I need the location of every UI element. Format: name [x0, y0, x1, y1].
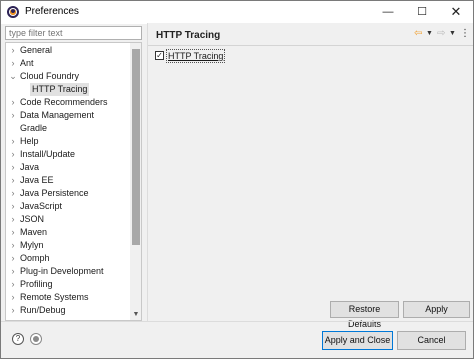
tree-item-json[interactable]: › JSON — [6, 213, 130, 226]
chevron-right-icon[interactable]: › — [9, 278, 17, 291]
tree-item-general[interactable]: › General — [6, 44, 130, 57]
maximize-button[interactable]: ☐ — [405, 1, 439, 24]
help-icon[interactable]: ? — [12, 333, 24, 345]
forward-dropdown-icon[interactable]: ▼ — [449, 28, 456, 40]
tree-item-plug-in-development[interactable]: › Plug-in Development — [6, 265, 130, 278]
tree-item-label: Plug-in Development — [20, 266, 104, 276]
chevron-right-icon[interactable]: › — [9, 187, 17, 200]
tree-item-label: Ant — [20, 58, 34, 68]
chevron-right-icon[interactable]: › — [9, 161, 17, 174]
tree-item-ant[interactable]: › Ant — [6, 57, 130, 70]
tree-item-java-persistence[interactable]: › Java Persistence — [6, 187, 130, 200]
chevron-right-icon[interactable]: › — [9, 148, 17, 161]
title-bar: Preferences — ☐ ✕ — [1, 1, 473, 24]
chevron-right-icon[interactable]: › — [9, 174, 17, 187]
tree-item-label: Oomph — [20, 253, 50, 263]
tree-item-label: Code Recommenders — [20, 97, 108, 107]
tree-item-data-management[interactable]: › Data Management — [6, 109, 130, 122]
chevron-down-icon[interactable]: ⌄ — [9, 70, 17, 83]
tree-item-label: Install/Update — [20, 149, 76, 159]
scrollbar-thumb[interactable] — [132, 49, 140, 245]
preference-page: HTTP Tracing ⇦ ▼ ⇨ ▼ ⋮ ✓ HTTP Tracing Re… — [147, 23, 473, 329]
tree-scrollbar[interactable]: ▼ — [130, 43, 141, 320]
tree-item-java[interactable]: › Java — [6, 161, 130, 174]
http-tracing-checkbox[interactable]: ✓ — [155, 51, 164, 60]
tree-item-cloud-foundry[interactable]: ⌄ Cloud Foundry — [6, 70, 130, 83]
tree-item-label: HTTP Tracing — [30, 83, 90, 96]
tree-item-label: JavaScript — [20, 201, 63, 211]
page-title: HTTP Tracing — [156, 30, 221, 41]
chevron-right-icon[interactable]: › — [9, 200, 17, 213]
restore-defaults-button[interactable]: Restore Defaults — [330, 301, 399, 329]
tree-item-label: Run/Debug — [20, 305, 66, 315]
tree-item-javascript[interactable]: › JavaScript — [6, 200, 130, 213]
chevron-right-icon[interactable]: › — [9, 57, 17, 70]
back-dropdown-icon[interactable]: ▼ — [426, 28, 433, 40]
chevron-right-icon[interactable]: › — [9, 226, 17, 239]
apply-and-close-button[interactable]: Apply and Close — [322, 331, 393, 350]
tree-item-label: Profiling — [20, 279, 53, 289]
tree-item-http-tracing[interactable]: HTTP Tracing — [6, 83, 130, 96]
tree-item-java-ee[interactable]: › Java EE — [6, 174, 130, 187]
tree-item-gradle[interactable]: Gradle — [6, 122, 130, 135]
chevron-right-icon[interactable]: › — [9, 265, 17, 278]
tree-item-run-debug[interactable]: › Run/Debug — [6, 304, 130, 317]
preferences-window: Preferences — ☐ ✕ › General › Ant ⌄ Clou… — [0, 0, 474, 359]
tree-item-remote-systems[interactable]: › Remote Systems — [6, 291, 130, 304]
tree-item-label: Help — [20, 136, 39, 146]
cancel-button[interactable]: Cancel — [397, 331, 466, 350]
filter-input[interactable] — [5, 26, 142, 40]
chevron-right-icon[interactable]: › — [9, 252, 17, 265]
tree-item-label: Cloud Foundry — [20, 71, 80, 81]
chevron-right-icon[interactable]: › — [9, 96, 17, 109]
chevron-right-icon[interactable]: › — [9, 213, 17, 226]
chevron-right-icon[interactable]: › — [9, 109, 17, 122]
tree-item-label: Mylyn — [20, 240, 44, 250]
chevron-right-icon[interactable]: › — [9, 239, 17, 252]
chevron-right-icon[interactable]: › — [9, 291, 17, 304]
chevron-right-icon[interactable]: › — [9, 135, 17, 148]
apply-button[interactable]: Apply — [403, 301, 470, 318]
window-title: Preferences — [25, 6, 79, 17]
tree-item-label: JSON — [20, 214, 45, 224]
tree-item-help[interactable]: › Help — [6, 135, 130, 148]
scroll-down-icon[interactable]: ▼ — [130, 310, 141, 320]
tree-item-label: Java Persistence — [20, 188, 89, 198]
back-arrow-icon[interactable]: ⇦ — [414, 28, 422, 40]
tree-item-oomph[interactable]: › Oomph — [6, 252, 130, 265]
import-export-icon[interactable] — [30, 333, 42, 345]
close-button[interactable]: ✕ — [439, 1, 473, 24]
tree-item-label: General — [20, 45, 53, 55]
tree-item-label: Java EE — [20, 175, 54, 185]
tree-item-label: Java — [20, 162, 40, 172]
preference-tree: › General › Ant ⌄ Cloud Foundry HTTP Tra… — [5, 42, 142, 321]
header-divider — [148, 45, 473, 46]
view-menu-icon[interactable]: ⋮ — [460, 28, 470, 40]
forward-arrow-icon[interactable]: ⇨ — [437, 28, 445, 40]
tree-item-maven[interactable]: › Maven — [6, 226, 130, 239]
tree-item-label: Remote Systems — [20, 292, 89, 302]
footer-divider — [1, 321, 473, 322]
tree-item-mylyn[interactable]: › Mylyn — [6, 239, 130, 252]
tree-item-profiling[interactable]: › Profiling — [6, 278, 130, 291]
eclipse-logo-icon — [7, 6, 19, 18]
chevron-right-icon[interactable]: › — [9, 304, 17, 317]
chevron-right-icon[interactable]: › — [9, 44, 17, 57]
tree-item-label: Gradle — [20, 123, 48, 133]
tree-item-label: Maven — [20, 227, 48, 237]
minimize-button[interactable]: — — [371, 1, 405, 24]
tree-item-label: Data Management — [20, 110, 95, 120]
http-tracing-checkbox-label[interactable]: HTTP Tracing — [165, 49, 226, 63]
tree-item-install-update[interactable]: › Install/Update — [6, 148, 130, 161]
tree-item-code-recommenders[interactable]: › Code Recommenders — [6, 96, 130, 109]
